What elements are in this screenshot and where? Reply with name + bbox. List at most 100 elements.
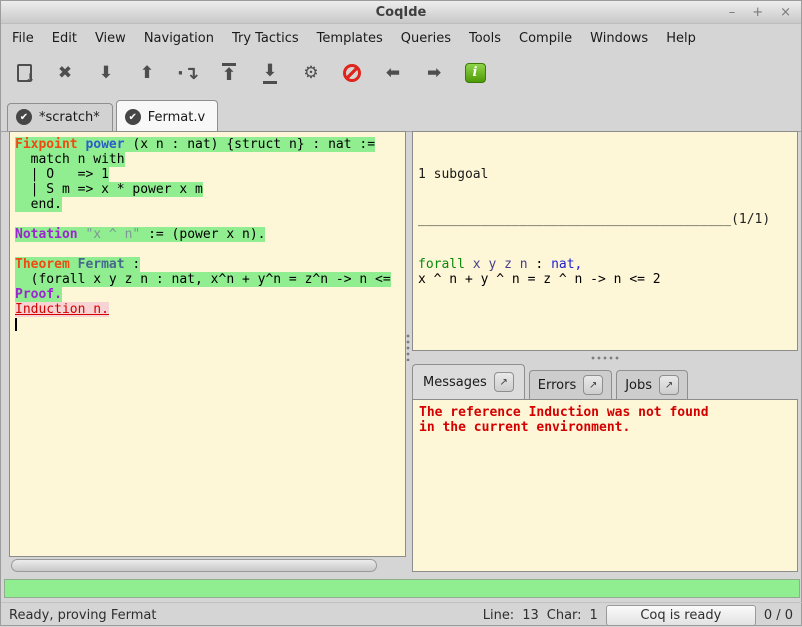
token-plain: end. [15,197,62,212]
token-err: Induction n. [15,302,109,317]
separator-underscores: ________________________________________ [418,212,731,227]
forward-icon[interactable]: ⬅ [421,60,447,86]
menu-item-tools[interactable]: Tools [460,27,510,50]
menu-bar: FileEditViewNavigationTry TacticsTemplat… [1,24,801,52]
menu-item-file[interactable]: File [3,27,43,50]
tab-bar: ✔ *scratch* ✔Fermat.v [1,94,801,132]
code-line [15,242,405,257]
menu-item-help[interactable]: Help [657,27,705,50]
menu-item-templates[interactable]: Templates [308,27,392,50]
goal-lines: forall x y z n : nat,x ^ n + y ^ n = z ^… [418,257,797,287]
messages-content: The reference Induction was not foundin … [412,399,798,572]
code-line: Proof. [15,287,405,302]
processed-region: match n with [15,152,125,167]
line-number: 13 [522,608,539,623]
menu-item-try-tactics[interactable]: Try Tactics [223,27,308,50]
tab-fermat.v[interactable]: ✔Fermat.v [116,100,218,131]
code-line: | S m => x * power x m [15,182,405,197]
token-plain: | O => 1 [15,167,109,182]
message-line: in the current environment. [419,420,797,435]
about-info-icon[interactable]: i [462,60,488,86]
detach-icon[interactable]: ↗ [583,375,603,395]
tab-label: *scratch* [39,110,100,125]
code-line [15,317,405,332]
title-bar: CoqIde – + × [1,1,801,24]
processed-region: | S m => x * power x m [15,182,203,197]
script-editor[interactable]: Fixpoint power (x n : nat) {struct n} : … [9,131,406,557]
token-str: "x ^ n" [85,227,140,242]
token-plain: | S m => x * power x m [15,182,203,197]
text-cursor [15,318,17,331]
vertical-splitter[interactable] [404,131,412,557]
processed-region: Notation "x ^ n" := (power x n). [15,227,265,242]
goal-line: forall x y z n : nat, [418,257,797,272]
save-icon[interactable]: ↓ [11,60,37,86]
code-line: Fixpoint power (x n : nat) {struct n} : … [15,137,405,152]
message-line: The reference Induction was not found [419,405,797,420]
token-kw2: Notation [15,227,78,242]
tab-scratch[interactable]: ✔ *scratch* [7,103,113,131]
tab-errors[interactable]: Errors ↗ [529,370,612,399]
go-to-start-icon[interactable]: ⬆ [216,60,242,86]
back-icon[interactable]: ⬅ [380,60,406,86]
menu-item-queries[interactable]: Queries [392,27,460,50]
token-name: power [85,137,124,152]
tab-messages[interactable]: Messages ↗ [412,364,525,399]
processed-region: Theorem Fermat : [15,257,140,272]
forward-one-icon[interactable]: ⬇ [93,60,119,86]
char-label: Char: [547,608,582,623]
editor-hscrollbar[interactable] [9,559,406,573]
token-plain: x ^ n + y ^ n = z ^ n -> n <= 2 [418,272,661,287]
splitter-grip-icon [406,333,410,361]
code-line: Theorem Fermat : [15,257,405,272]
close-icon[interactable]: × [780,5,791,20]
scrollbar-thumb[interactable] [11,559,377,572]
menu-item-compile[interactable]: Compile [510,27,581,50]
go-to-end-icon[interactable]: ⬇ [257,60,283,86]
detach-icon[interactable]: ↗ [494,372,514,392]
backward-one-icon[interactable]: ⬆ [134,60,160,86]
goal-line: x ^ n + y ^ n = z ^ n -> n <= 2 [418,272,797,287]
processed-region: end. [15,197,62,212]
code-line [15,212,405,227]
tab-label: Errors [538,378,576,393]
interrupt-icon[interactable] [339,60,365,86]
go-to-cursor-icon[interactable]: ·↴ [175,60,201,86]
toolbar: ↓ ✖ ⬇ ⬆ ·↴ ⬆ ⬇ ⚙ ⬅ ⬅ i [1,52,801,94]
code-line: Notation "x ^ n" := (power x n). [15,227,405,242]
coq-status-button[interactable]: Coq is ready [606,605,756,626]
token-plain: : [528,257,551,272]
progress-bar [4,579,800,598]
token-plain [70,257,78,272]
tab-jobs[interactable]: Jobs ↗ [616,370,688,399]
line-label: Line: [483,608,514,623]
token-var: x y z n [473,257,528,272]
token-plain: : [125,257,141,272]
check-icon: ✔ [16,109,32,125]
close-doc-icon[interactable]: ✖ [52,60,78,86]
menu-item-view[interactable]: View [86,27,135,50]
minimize-icon[interactable]: – [729,5,736,20]
preferences-gear-icon[interactable]: ⚙ [298,60,324,86]
window-controls: – + × [729,1,791,23]
detach-icon[interactable]: ↗ [659,375,679,395]
maximize-icon[interactable]: + [752,5,763,20]
status-right: Line: 13 Char: 1 Coq is ready 0 / 0 [483,605,793,626]
token-plain: := (power x n). [140,227,265,242]
menu-item-windows[interactable]: Windows [581,27,657,50]
menu-item-edit[interactable]: Edit [43,27,86,50]
tab-label: Messages [423,375,487,390]
goal-panel: 1 subgoal ______________________________… [412,131,798,351]
tab-label: Jobs [625,378,652,393]
message-tab-bar: Messages ↗ Errors ↗ Jobs ↗ [412,364,798,399]
check-icon: ✔ [125,109,141,125]
goal-counter: (1/1) [731,212,770,227]
goal-separator: ________________________________________… [418,212,797,227]
code-line: Induction n. [15,302,405,317]
coqide-window: { "window": { "title": "CoqIde", "minimi… [0,0,802,626]
token-type: nat, [551,257,582,272]
token-kw2: Proof. [15,287,62,302]
status-bar: Ready, proving Fermat Line: 13 Char: 1 C… [1,602,802,627]
horizontal-splitter[interactable] [412,351,798,364]
menu-item-navigation[interactable]: Navigation [135,27,223,50]
